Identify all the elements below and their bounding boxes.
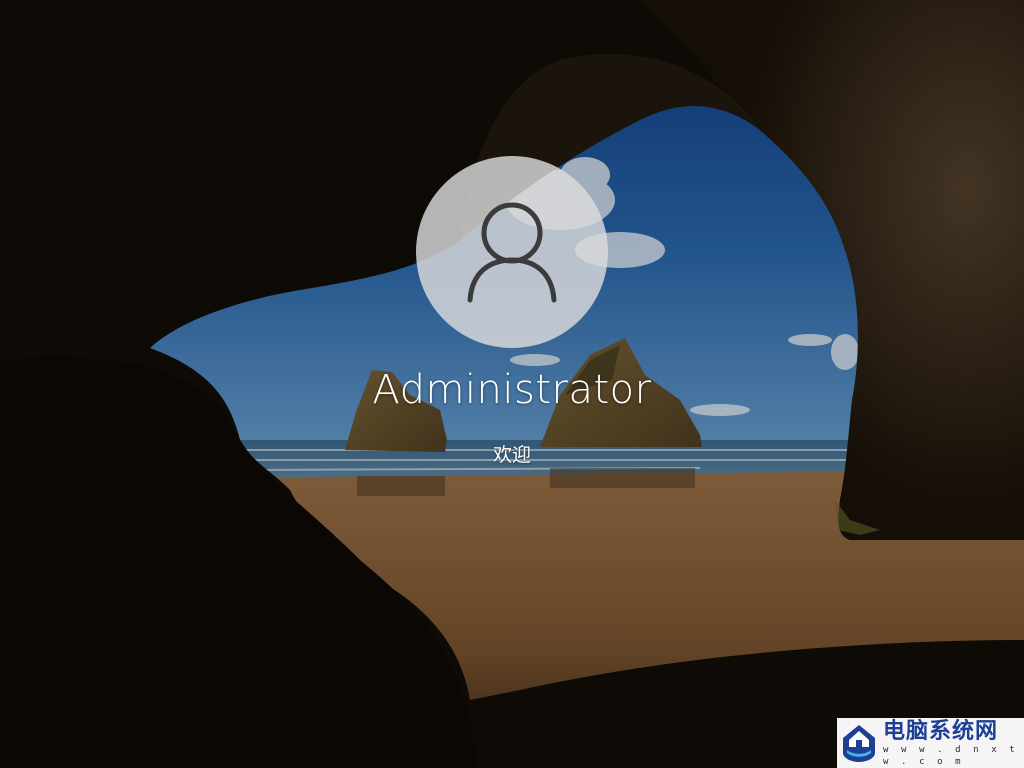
welcome-status-text: 欢迎 (492, 444, 531, 466)
watermark-badge: 电脑系统网 w w w . d n x t w . c o m (837, 718, 1024, 768)
watermark-title: 电脑系统网 (883, 718, 999, 744)
username-label: Administrator (372, 367, 652, 413)
user-avatar-icon (467, 202, 557, 303)
user-avatar[interactable] (416, 156, 608, 348)
house-shield-logo-icon (843, 725, 875, 762)
watermark-url: w w w . d n x t w . c o m (883, 745, 1019, 767)
lock-screen: Administrator 欢迎 电脑系统网 w w w . d n x t w… (0, 0, 1024, 768)
